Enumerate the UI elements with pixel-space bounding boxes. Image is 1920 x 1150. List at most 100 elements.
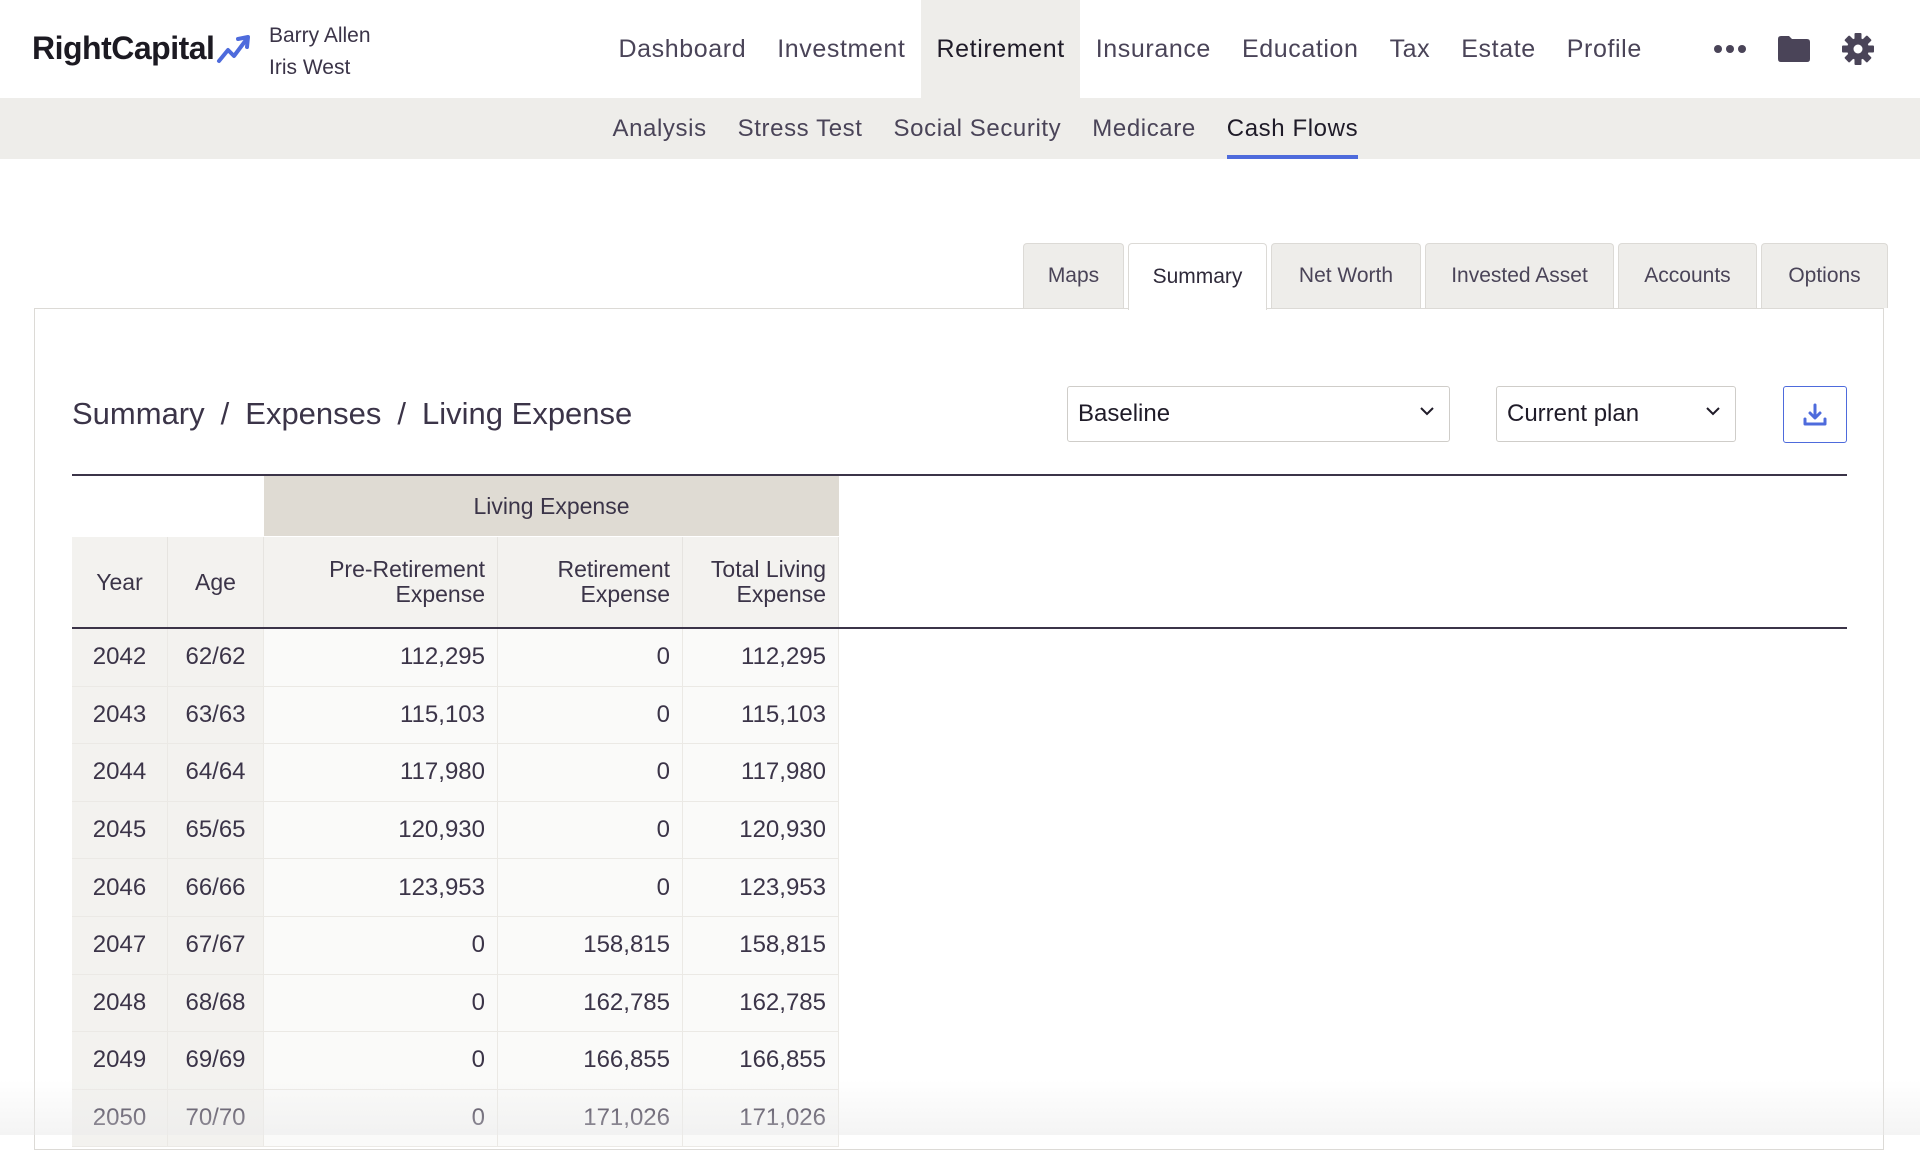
cell-pre-retirement: 0 — [264, 1032, 498, 1089]
scenario-select-value: Baseline — [1078, 400, 1171, 427]
client-names: Barry Allen Iris West — [269, 20, 371, 84]
breadcrumb-summary[interactable]: Summary — [72, 396, 205, 432]
download-button[interactable] — [1783, 386, 1847, 443]
client-name-spouse: Iris West — [269, 56, 351, 79]
cell-year: 2046 — [72, 859, 168, 916]
cell-total-living: 158,815 — [683, 916, 839, 974]
cell-pre-retirement: 115,103 — [264, 686, 498, 744]
download-icon — [1803, 403, 1827, 425]
tab-options[interactable]: Options — [1761, 243, 1888, 308]
client-name-primary: Barry Allen — [269, 24, 371, 47]
cell-pre-retirement: 117,980 — [264, 744, 498, 801]
breadcrumb-expenses[interactable]: Expenses — [245, 396, 381, 432]
cell-year: 2042 — [72, 629, 168, 686]
settings-button[interactable] — [1840, 0, 1876, 98]
cell-retirement: 0 — [498, 859, 683, 916]
col-header-retirement: Retirement Expense — [498, 537, 683, 627]
table-row: 2043 63/63 115,103 0 115,103 — [72, 686, 839, 745]
tab-summary[interactable]: Summary — [1128, 243, 1267, 310]
col-header-year: Year — [72, 537, 168, 627]
main-nav: Dashboard Investment Retirement Insuranc… — [603, 0, 1657, 98]
cell-total-living: 123,953 — [683, 859, 839, 916]
cell-pre-retirement: 112,295 — [264, 629, 498, 686]
col-header-line: Pre-Retirement — [329, 556, 485, 582]
table-row: 2048 68/68 0 162,785 162,785 — [72, 974, 839, 1033]
subnav-social-security[interactable]: Social Security — [878, 98, 1077, 159]
cell-age: 68/68 — [168, 974, 264, 1032]
cell-age: 62/62 — [168, 629, 264, 686]
cell-year: 2045 — [72, 801, 168, 859]
cell-year: 2049 — [72, 1032, 168, 1089]
cell-pre-retirement: 120,930 — [264, 801, 498, 859]
subnav-analysis[interactable]: Analysis — [597, 98, 722, 159]
col-header-line: Expense — [736, 581, 826, 607]
tab-net-worth[interactable]: Net Worth — [1271, 243, 1421, 308]
col-header-line: Expense — [395, 581, 485, 607]
cell-age: 70/70 — [168, 1089, 264, 1147]
breadcrumb-separator: / — [397, 396, 407, 431]
tab-accounts[interactable]: Accounts — [1618, 243, 1757, 308]
top-header: RightCapital Barry Allen Iris West Dashb… — [0, 0, 1920, 98]
cell-year: 2043 — [72, 686, 168, 744]
cell-retirement: 171,026 — [498, 1089, 683, 1147]
cell-pre-retirement: 0 — [264, 916, 498, 974]
cell-age: 67/67 — [168, 916, 264, 974]
nav-tax[interactable]: Tax — [1374, 0, 1446, 98]
col-header-line: Expense — [580, 581, 670, 607]
cell-pre-retirement: 0 — [264, 1089, 498, 1147]
nav-profile[interactable]: Profile — [1551, 0, 1657, 98]
col-header-pre-retirement: Pre-Retirement Expense — [264, 537, 498, 627]
table-body: 2042 62/62 112,295 0 112,295 2043 63/63 … — [72, 629, 839, 1148]
cell-retirement: 166,855 — [498, 1032, 683, 1089]
cell-year: 2047 — [72, 916, 168, 974]
cell-age: 69/69 — [168, 1032, 264, 1089]
cell-age: 65/65 — [168, 801, 264, 859]
scenario-select[interactable]: Baseline — [1067, 386, 1450, 442]
col-header-line: Total Living — [710, 556, 826, 582]
cell-retirement: 0 — [498, 801, 683, 859]
breadcrumb: Summary / Expenses / Living Expense — [72, 396, 632, 432]
tab-maps[interactable]: Maps — [1023, 243, 1124, 308]
cell-total-living: 166,855 — [683, 1032, 839, 1089]
nav-education[interactable]: Education — [1226, 0, 1374, 98]
table-row: 2050 70/70 0 171,026 171,026 — [72, 1089, 839, 1148]
cell-retirement: 0 — [498, 686, 683, 744]
brand-name: RightCapital — [32, 30, 215, 66]
plan-select[interactable]: Current plan — [1496, 386, 1736, 442]
subnav-cash-flows[interactable]: Cash Flows — [1211, 98, 1373, 159]
cell-pre-retirement: 123,953 — [264, 859, 498, 916]
table-row: 2047 67/67 0 158,815 158,815 — [72, 916, 839, 975]
vault-button[interactable] — [1776, 0, 1812, 98]
cell-retirement: 0 — [498, 744, 683, 801]
brand-logo[interactable]: RightCapital — [32, 30, 258, 67]
cash-flow-tabs: Maps Summary Net Worth Invested Asset Ac… — [1023, 243, 1888, 310]
subnav-medicare[interactable]: Medicare — [1077, 98, 1212, 159]
logo-chart-icon — [217, 34, 251, 63]
table-row: 2042 62/62 112,295 0 112,295 — [72, 629, 839, 687]
cell-year: 2050 — [72, 1089, 168, 1147]
col-header-age: Age — [168, 537, 264, 627]
nav-estate[interactable]: Estate — [1446, 0, 1551, 98]
nav-investment[interactable]: Investment — [762, 0, 921, 98]
cell-age: 63/63 — [168, 686, 264, 744]
tab-invested-asset[interactable]: Invested Asset — [1425, 243, 1614, 308]
nav-retirement[interactable]: Retirement — [920, 0, 1081, 98]
more-menu-button[interactable] — [1712, 0, 1748, 98]
cell-total-living: 171,026 — [683, 1089, 839, 1147]
cell-retirement: 0 — [498, 629, 683, 686]
chevron-down-icon — [1420, 407, 1434, 416]
group-header-living-expense: Living Expense — [264, 476, 839, 536]
gear-icon — [1842, 33, 1874, 65]
cell-total-living: 162,785 — [683, 974, 839, 1032]
nav-insurance[interactable]: Insurance — [1080, 0, 1226, 98]
cell-year: 2048 — [72, 974, 168, 1032]
nav-dashboard[interactable]: Dashboard — [603, 0, 762, 98]
cell-age: 66/66 — [168, 859, 264, 916]
cell-total-living: 120,930 — [683, 801, 839, 859]
sub-nav: Analysis Stress Test Social Security Med… — [0, 98, 1920, 159]
breadcrumb-living-expense: Living Expense — [422, 396, 633, 431]
subnav-stress-test[interactable]: Stress Test — [722, 98, 878, 159]
chevron-down-icon — [1706, 407, 1720, 416]
cell-total-living: 112,295 — [683, 629, 839, 686]
breadcrumb-separator: / — [220, 396, 230, 431]
